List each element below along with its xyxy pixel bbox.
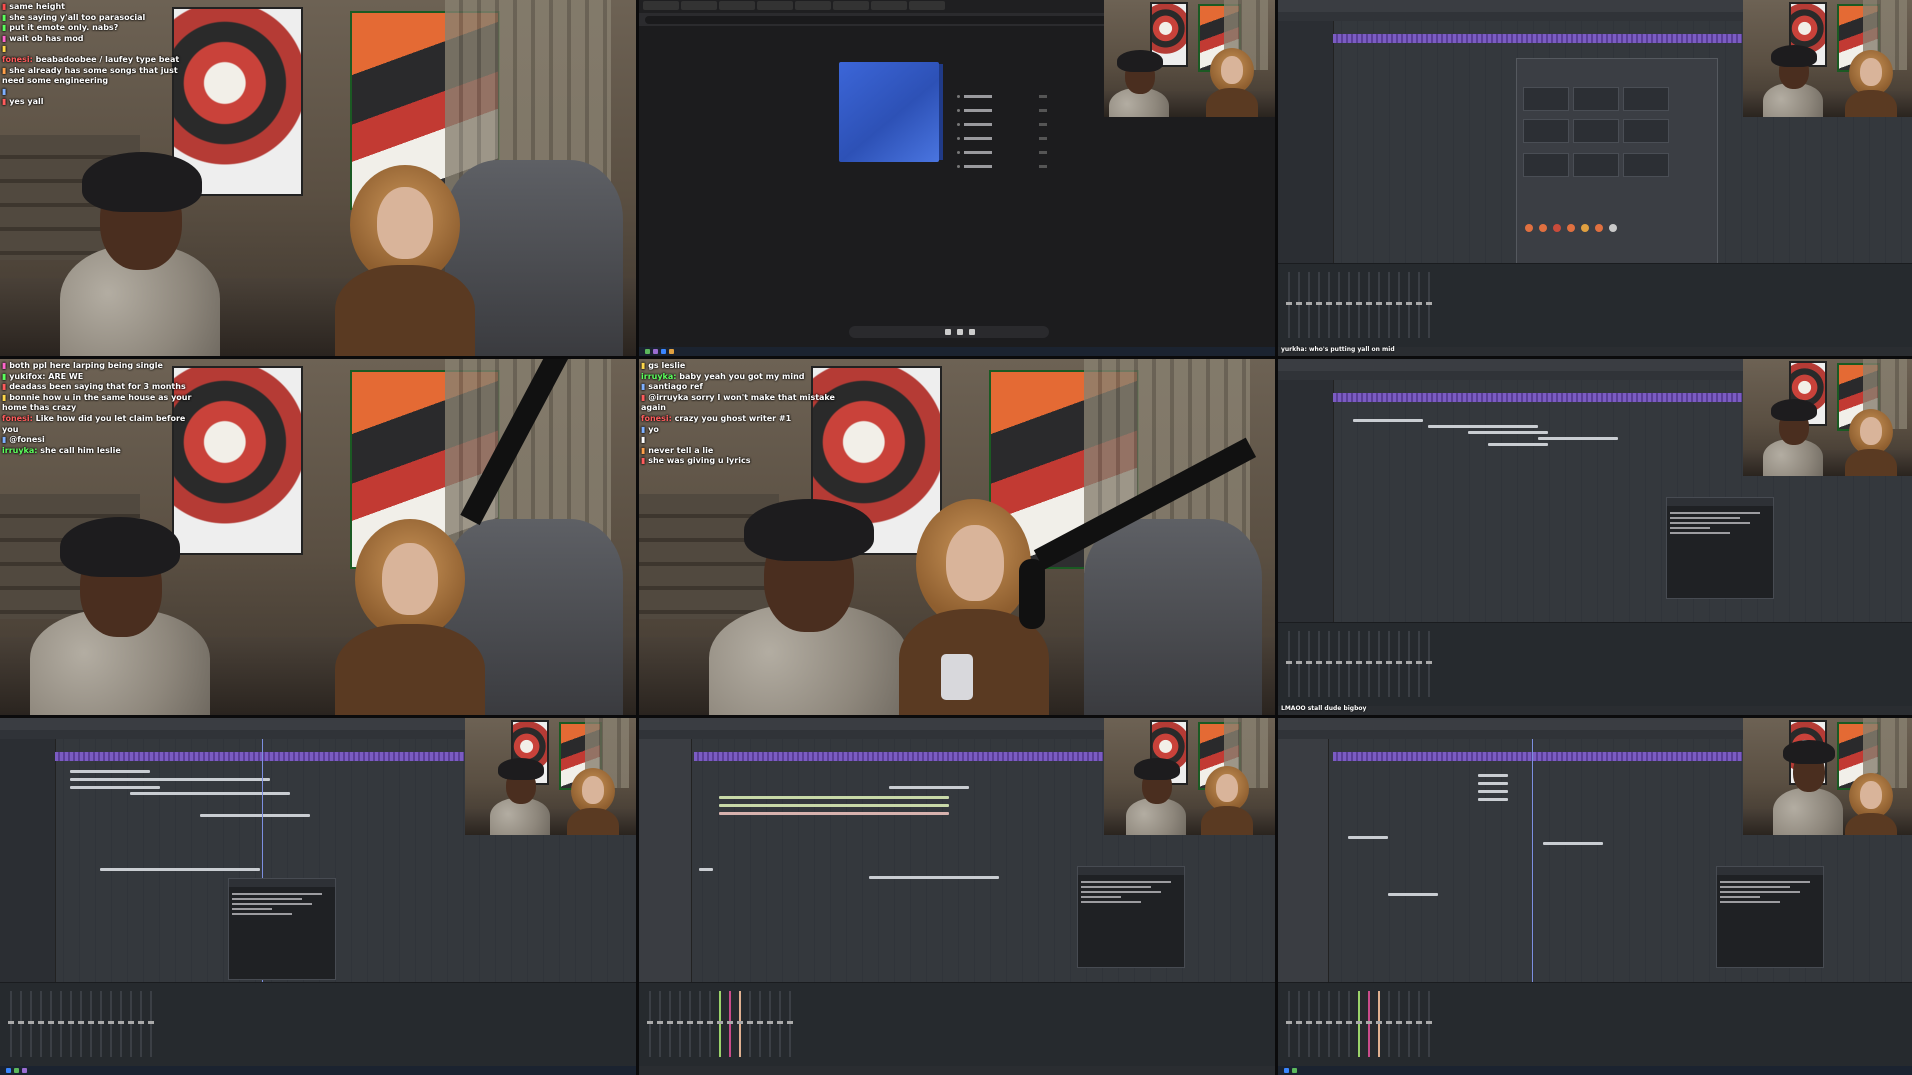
phone: [941, 654, 973, 700]
microphone: [1019, 559, 1045, 629]
lyrics-notepad[interactable]: [1666, 497, 1774, 599]
webcam-panel-1: ▮ same height ▮ she saying y'all too par…: [0, 0, 636, 356]
browser-tab[interactable]: [833, 1, 869, 10]
chat-overlay-line: yurkha: who's putting yall on mid: [1281, 346, 1395, 353]
webcam-pip: [1104, 718, 1275, 835]
chat-line: ▮: [2, 44, 7, 54]
taskbar: [0, 1066, 636, 1075]
webcam-pip: [1743, 359, 1912, 476]
chat-line: ▮ wait ob has mod: [2, 33, 84, 43]
taskbar: [639, 347, 1275, 356]
chat-line: ▮ both ppl here larping being single: [2, 361, 163, 370]
webcam-pip: [1743, 718, 1912, 835]
chat-line: ▮ deadass been saying that for 3 months: [2, 382, 186, 392]
chat-line: ▮ gs leslie: [641, 361, 686, 370]
chat-overlay-line: LMAOO stall dude bigboy: [1281, 705, 1367, 712]
chat-line: ▮ @fonesi: [2, 435, 45, 445]
audio-track[interactable]: [1333, 34, 1742, 43]
webcam-pip: [1743, 0, 1912, 117]
chat-line: ▮ @irruyka sorry I won't make that mista…: [641, 392, 835, 413]
streamer-male: [709, 494, 909, 715]
music-app-panel: [639, 0, 1275, 356]
mixer-strip[interactable]: [1278, 263, 1912, 347]
browser-tab[interactable]: [757, 1, 793, 10]
lyrics-notepad[interactable]: [1716, 866, 1824, 968]
daw-panel-8: [639, 718, 1275, 1075]
mixer-strip[interactable]: [0, 982, 636, 1066]
chat-line: ▮ santiago ref: [641, 382, 703, 392]
stream-grid: ▮ same height ▮ she saying y'all too par…: [0, 0, 1912, 1075]
chat-line: ▮ yukifox: ARE WE: [2, 371, 84, 381]
next-icon[interactable]: [969, 329, 975, 335]
lyrics-notepad[interactable]: [228, 878, 336, 980]
chat-line: ▮ bonnie how u in the same house as your…: [2, 392, 192, 413]
browser-tab[interactable]: [719, 1, 755, 10]
chat-line: ▮ never tell a lie: [641, 445, 714, 455]
streamer-male: [30, 509, 210, 715]
taskbar: [1278, 1066, 1912, 1075]
chat-overlay: ▮ gs leslie irruyka: baby yeah you got m…: [641, 361, 841, 467]
daw-panel-3: yurkha: who's putting yall on mid: [1278, 0, 1912, 356]
webcam-pip: [465, 718, 636, 835]
chat-line: ▮: [2, 86, 7, 96]
browser-tab[interactable]: [643, 1, 679, 10]
webcam-panel-5: ▮ gs leslie irruyka: baby yeah you got m…: [639, 359, 1275, 715]
track-row[interactable]: [957, 148, 1047, 157]
chat-overlay: ▮ same height ▮ she saying y'all too par…: [2, 2, 202, 108]
chat-line: ▮ she was giving u lyrics: [641, 456, 751, 466]
audio-track[interactable]: [1333, 752, 1742, 761]
browser-tab[interactable]: [681, 1, 717, 10]
playback-bar[interactable]: [849, 326, 1049, 338]
mixer-strip[interactable]: [639, 982, 1275, 1066]
chat-line: fonesi: crazy you ghost writer #1: [641, 413, 792, 423]
chat-line: ▮ same height: [2, 2, 66, 11]
chat-line: ▮ she saying y'all too parasocial: [2, 12, 146, 22]
track-row[interactable]: [957, 134, 1047, 143]
chat-line: ▮ yes yall: [2, 97, 44, 107]
track-row[interactable]: [957, 106, 1047, 115]
chat-line: ▮: [641, 435, 646, 445]
chat-line: irruyka: she call him leslie: [2, 445, 121, 455]
daw-panel-6: LMAOO stall dude bigboy: [1278, 359, 1912, 715]
streamer-female: [330, 519, 490, 715]
mixer-strip[interactable]: [1278, 622, 1912, 706]
prev-icon[interactable]: [945, 329, 951, 335]
daw-panel-9: [1278, 718, 1912, 1075]
track-row[interactable]: [957, 162, 1047, 171]
chat-line: ▮ yo: [641, 424, 659, 434]
browser-tab[interactable]: [795, 1, 831, 10]
audio-track[interactable]: [694, 752, 1103, 761]
chat-line: ▮ she already has some songs that just n…: [2, 65, 178, 86]
audio-track[interactable]: [55, 752, 464, 761]
webcam-pip: [1104, 0, 1275, 117]
mixer-strip[interactable]: [1278, 982, 1912, 1066]
chat-line: ▮ put it emote only. nabs?: [2, 23, 119, 33]
daw-panel-7: [0, 718, 636, 1075]
chat-overlay: ▮ both ppl here larping being single ▮ y…: [2, 361, 202, 456]
browser-tab[interactable]: [909, 1, 945, 10]
streamer-male: [60, 150, 220, 356]
chat-line: fonesi: beabadoobee / laufey type beat: [2, 54, 180, 64]
play-icon[interactable]: [957, 329, 963, 335]
album-cover[interactable]: [839, 62, 951, 162]
track-list: [957, 92, 1047, 176]
track-row[interactable]: [957, 120, 1047, 129]
webcam-panel-4: ▮ both ppl here larping being single ▮ y…: [0, 359, 636, 715]
audio-track[interactable]: [1333, 393, 1742, 402]
chat-line: irruyka: baby yeah you got my mind: [641, 371, 805, 381]
browser-tab[interactable]: [871, 1, 907, 10]
streamer-female: [330, 165, 480, 356]
track-row[interactable]: [957, 92, 1047, 101]
lyrics-notepad[interactable]: [1077, 866, 1185, 968]
plugin-browser-dialog[interactable]: [1516, 58, 1718, 280]
chat-line: fonesi: Like how did you let claim befor…: [2, 413, 186, 434]
